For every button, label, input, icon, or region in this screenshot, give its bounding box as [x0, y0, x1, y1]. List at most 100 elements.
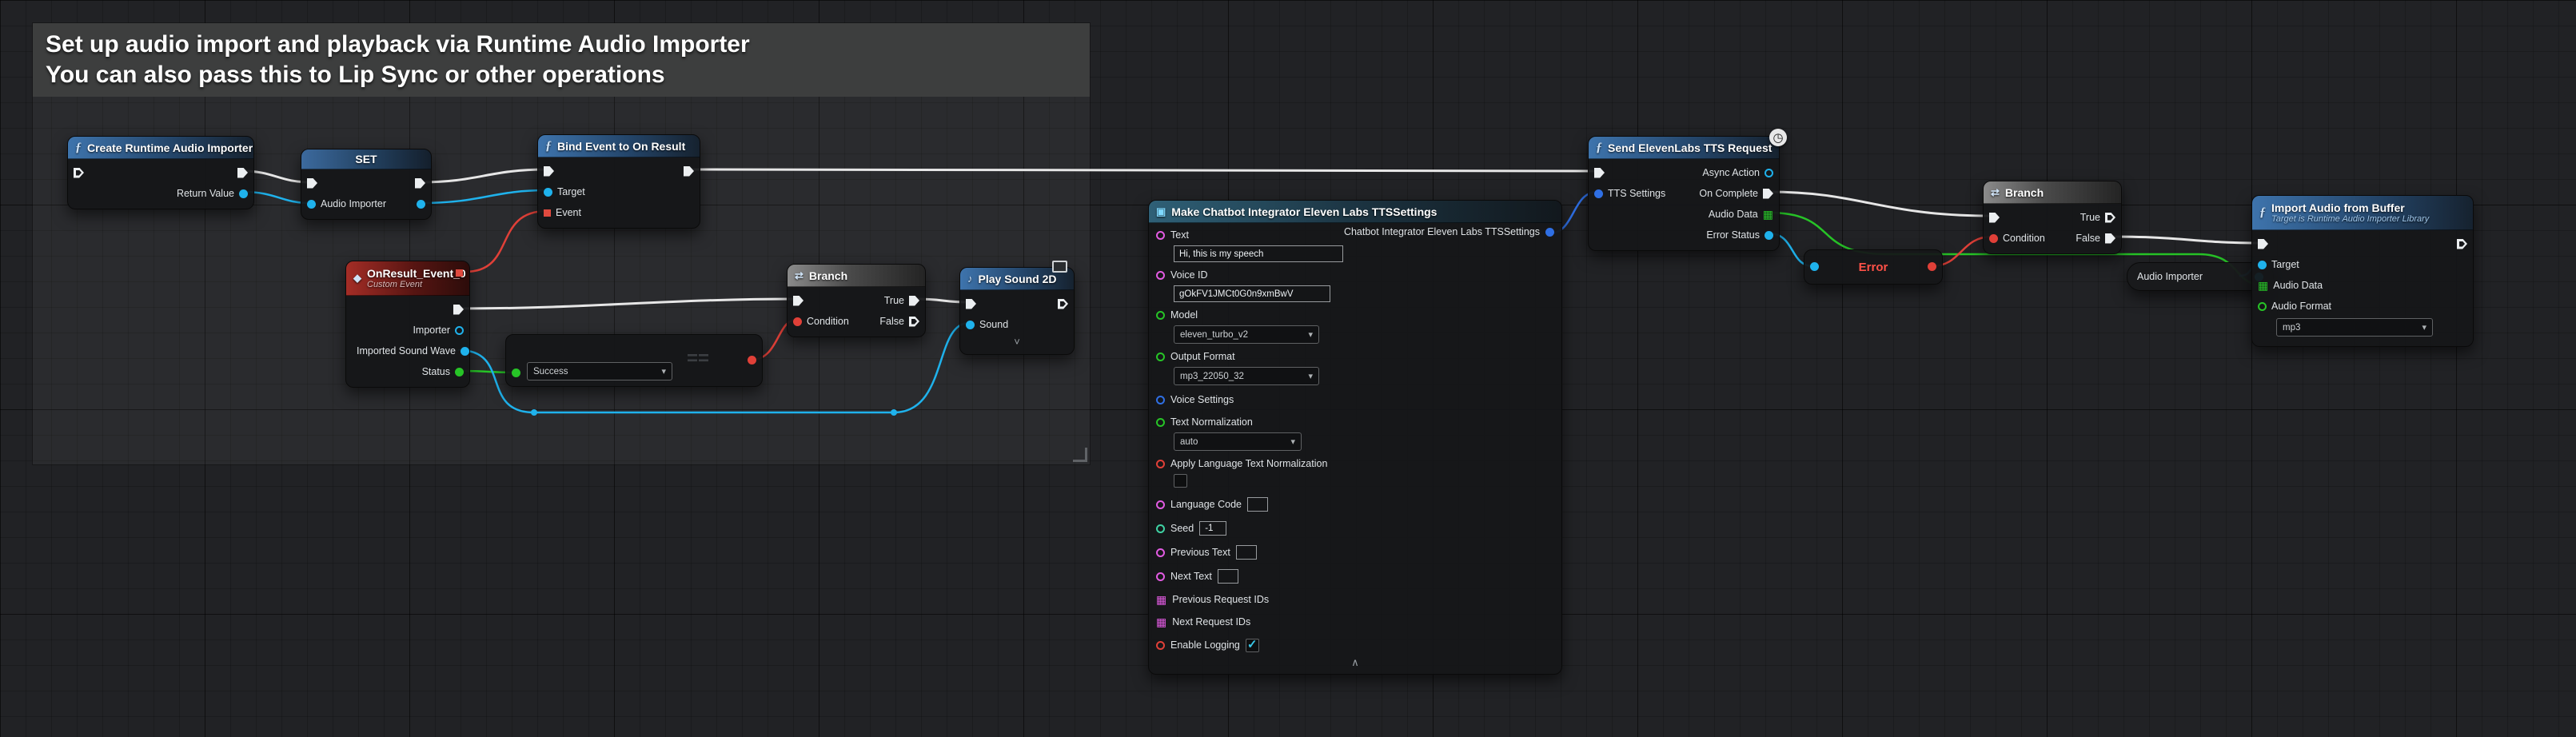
false-exec-pin[interactable]: [2105, 233, 2115, 244]
node-header: ⇄ Branch: [788, 265, 925, 287]
text-pin[interactable]: [1156, 231, 1165, 240]
set-audio-importer-node[interactable]: SET Audio Importer: [301, 149, 432, 220]
sound-pin[interactable]: [966, 321, 975, 329]
audio-importer-out-pin[interactable]: [417, 200, 425, 209]
true-exec-pin[interactable]: [2105, 213, 2115, 223]
next-text-input[interactable]: [1218, 569, 1238, 584]
text-input[interactable]: Hi, this is my speech: [1174, 245, 1343, 262]
text-normalization-dropdown[interactable]: auto: [1174, 432, 1302, 451]
exec-out-pin[interactable]: [684, 166, 694, 177]
exec-in-pin[interactable]: [307, 178, 317, 189]
voice-id-input[interactable]: gOkFV1JMCt0G0n9xmBwV: [1174, 285, 1330, 302]
audio-importer-in-pin[interactable]: [307, 200, 316, 209]
enum-value: Success: [533, 367, 568, 376]
exec-in-pin[interactable]: [966, 299, 976, 309]
language-code-input[interactable]: [1247, 497, 1268, 512]
output-format-value: mp3_22050_32: [1180, 372, 1244, 381]
exec-in-pin[interactable]: [544, 166, 554, 177]
apply-language-pin[interactable]: [1156, 460, 1165, 468]
enable-logging-pin[interactable]: [1156, 641, 1165, 650]
equal-enum-node[interactable]: == Success: [505, 334, 763, 387]
voice-id-pin[interactable]: [1156, 271, 1165, 280]
exec-in-pin[interactable]: [793, 296, 804, 306]
seed-pin[interactable]: [1156, 524, 1165, 533]
create-runtime-audio-importer-node[interactable]: ƒ Create Runtime Audio Importer Return V…: [67, 136, 254, 209]
play-sound-2d-node[interactable]: ♪ Play Sound 2D Sound ˅: [959, 267, 1075, 355]
output-struct-pin[interactable]: [1545, 228, 1554, 237]
comment-resize-handle[interactable]: [1073, 448, 1087, 462]
imported-sound-wave-pin[interactable]: [461, 347, 469, 356]
target-pin[interactable]: [2258, 261, 2267, 269]
next-text-pin[interactable]: [1156, 572, 1165, 581]
previous-text-input[interactable]: [1236, 545, 1257, 560]
branch-node-1[interactable]: ⇄ Branch True Condition False: [787, 264, 926, 337]
target-pin[interactable]: [544, 188, 552, 197]
model-pin[interactable]: [1156, 311, 1165, 320]
audio-format-dropdown[interactable]: mp3: [2276, 318, 2433, 337]
output-delegate-pin[interactable]: [456, 269, 463, 277]
comment-box[interactable]: Set up audio import and playback via Run…: [32, 22, 1091, 465]
previous-text-pin[interactable]: [1156, 548, 1165, 557]
exec-in-pin[interactable]: [1989, 213, 2000, 223]
error-in-pin[interactable]: [1810, 262, 1819, 271]
condition-pin[interactable]: [1989, 234, 1998, 243]
audio-data-array-pin[interactable]: ▦: [2258, 280, 2268, 291]
node-header: ƒ Create Runtime Audio Importer: [68, 137, 253, 159]
error-bool-out-pin[interactable]: [1928, 262, 1936, 271]
target-label: Target: [2271, 259, 2299, 270]
importer-pin[interactable]: [455, 326, 464, 335]
language-code-pin[interactable]: [1156, 500, 1165, 509]
exec-in-pin[interactable]: [74, 168, 84, 178]
false-exec-pin[interactable]: [909, 317, 919, 327]
imported-sound-wave-label: Imported Sound Wave: [357, 345, 456, 357]
node-subtitle: Target is Runtime Audio Importer Library: [2271, 214, 2429, 225]
bind-event-to-on-result-node[interactable]: ƒ Bind Event to On Result Target Event: [537, 134, 700, 229]
text-normalization-pin[interactable]: [1156, 418, 1165, 427]
output-format-pin[interactable]: [1156, 353, 1165, 361]
status-pin[interactable]: [455, 368, 464, 376]
exec-out-pin[interactable]: [2457, 239, 2467, 249]
apply-language-checkbox[interactable]: [1174, 474, 1187, 488]
node-title: Play Sound 2D: [979, 273, 1057, 285]
exec-out-pin[interactable]: [237, 168, 248, 178]
exec-in-pin[interactable]: [2258, 239, 2268, 249]
enum-in-pin[interactable]: [512, 368, 520, 377]
exec-in-pin[interactable]: [1594, 168, 1605, 178]
enum-value-dropdown[interactable]: Success: [527, 362, 672, 380]
condition-pin[interactable]: [793, 317, 802, 326]
return-value-pin[interactable]: [239, 189, 248, 198]
exec-out-pin[interactable]: [453, 305, 464, 315]
make-tts-settings-node[interactable]: ▣ Make Chatbot Integrator Eleven Labs TT…: [1148, 200, 1562, 675]
async-action-pin[interactable]: [1765, 169, 1773, 177]
on-complete-exec-pin[interactable]: [1763, 189, 1773, 199]
voice-settings-pin[interactable]: [1156, 396, 1165, 404]
struct-icon: ▣: [1156, 205, 1166, 218]
output-format-dropdown[interactable]: mp3_22050_32: [1174, 367, 1319, 385]
error-status-pin[interactable]: [1765, 231, 1773, 240]
previous-request-ids-array-pin[interactable]: ▦: [1156, 594, 1166, 605]
output-struct-label: Chatbot Integrator Eleven Labs TTSSettin…: [1344, 226, 1540, 237]
on-result-custom-event-node[interactable]: ◆ OnResult_Event_0 Custom Event Importer…: [345, 261, 470, 388]
error-compact-node[interactable]: Error: [1804, 249, 1943, 285]
advanced-collapse-chevron-icon[interactable]: ∧: [1149, 655, 1561, 670]
node-header: ⇄ Branch: [1984, 181, 2121, 204]
enable-logging-checkbox[interactable]: [1246, 639, 1259, 652]
audio-format-pin[interactable]: [2258, 302, 2267, 311]
bool-out-pin[interactable]: [748, 356, 756, 365]
comment-header: Set up audio import and playback via Run…: [33, 23, 1090, 97]
exec-out-pin[interactable]: [415, 178, 425, 189]
import-audio-from-buffer-node[interactable]: ƒ Import Audio from Buffer Target is Run…: [2251, 195, 2474, 347]
advanced-expand-chevron-icon[interactable]: ˅: [960, 335, 1074, 349]
branch-node-2[interactable]: ⇄ Branch True Condition False: [1983, 181, 2122, 254]
model-dropdown[interactable]: eleven_turbo_v2: [1174, 325, 1319, 344]
audio-data-array-pin[interactable]: ▦: [1763, 209, 1773, 220]
true-exec-pin[interactable]: [909, 296, 919, 306]
event-delegate-pin[interactable]: [544, 209, 551, 217]
seed-input[interactable]: -1: [1199, 521, 1226, 536]
blueprint-graph-canvas[interactable]: Set up audio import and playback via Run…: [0, 0, 2576, 737]
exec-out-pin[interactable]: [1058, 299, 1068, 309]
node-title: Create Runtime Audio Importer: [87, 141, 253, 154]
next-request-ids-array-pin[interactable]: ▦: [1156, 616, 1166, 627]
tts-settings-pin[interactable]: [1594, 189, 1603, 198]
send-elevenlabs-tts-request-node[interactable]: ◷ ƒ Send ElevenLabs TTS Request Async Ac…: [1588, 136, 1780, 251]
